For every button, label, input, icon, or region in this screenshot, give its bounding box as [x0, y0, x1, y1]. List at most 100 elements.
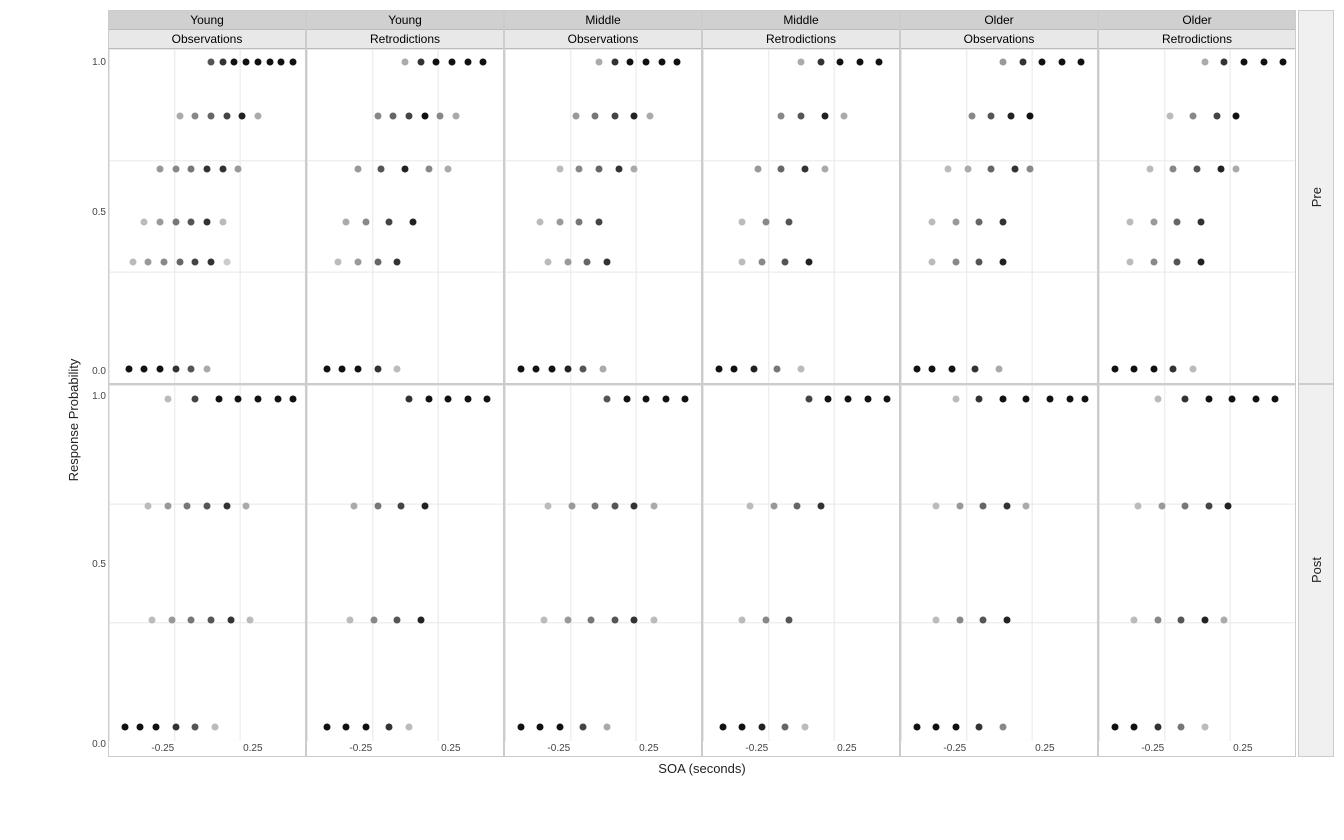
dot	[168, 616, 175, 623]
dot	[156, 219, 163, 226]
dot	[999, 723, 1006, 730]
x-ticks-panel-6: -0.25 0.25	[1099, 741, 1295, 756]
x-axis-label: SOA (seconds)	[658, 761, 745, 776]
dot	[176, 112, 183, 119]
dot	[235, 395, 242, 402]
dot	[647, 112, 654, 119]
dot	[778, 166, 785, 173]
dot	[374, 366, 381, 373]
dot	[611, 616, 618, 623]
dot	[556, 723, 563, 730]
y-axis-ticks-post: 1.0 0.5 0.0	[70, 384, 108, 758]
plot-middle-ret-post	[703, 385, 899, 742]
grid-wrapper: 1.0 0.5 0.0 Young Observations	[70, 10, 1334, 780]
dot	[192, 395, 199, 402]
x-ticks-panel-4: -0.25 0.25	[703, 741, 899, 756]
x-tick-pos-2: 0.25	[441, 743, 460, 754]
dot	[1197, 259, 1204, 266]
dot	[335, 259, 342, 266]
panel-middle-ret-pre: Middle Retrodictions	[702, 10, 900, 384]
dot	[952, 219, 959, 226]
plot-older-ret-post	[1099, 385, 1295, 742]
dot	[1046, 395, 1053, 402]
dot	[235, 166, 242, 173]
dot	[1190, 112, 1197, 119]
dot	[1082, 395, 1089, 402]
dot	[323, 723, 330, 730]
dot	[464, 59, 471, 66]
dot	[778, 112, 785, 119]
y-axis-ticks-pre: 1.0 0.5 0.0	[70, 10, 108, 384]
dot	[1146, 166, 1153, 173]
dot	[204, 366, 211, 373]
row-pre: 1.0 0.5 0.0 Young Observations	[70, 10, 1334, 384]
dot	[1213, 112, 1220, 119]
dot	[362, 219, 369, 226]
dot	[219, 59, 226, 66]
dot	[211, 723, 218, 730]
row-label-post-text: Post	[1309, 557, 1324, 583]
dot	[999, 219, 1006, 226]
x-ticks-panel-5: -0.25 0.25	[901, 741, 1097, 756]
dot	[801, 723, 808, 730]
dot	[1127, 219, 1134, 226]
dot	[156, 366, 163, 373]
dot	[980, 616, 987, 623]
dot	[758, 723, 765, 730]
dot	[643, 59, 650, 66]
dot	[207, 259, 214, 266]
dot	[172, 166, 179, 173]
dot	[223, 112, 230, 119]
dot	[572, 112, 579, 119]
dot	[207, 616, 214, 623]
dot	[417, 616, 424, 623]
y-tick-0-post: 0.0	[92, 739, 106, 750]
dot	[362, 723, 369, 730]
row-label-post: Post	[1298, 384, 1334, 758]
dot	[125, 366, 132, 373]
dot	[541, 616, 548, 623]
dot	[929, 259, 936, 266]
dot	[184, 502, 191, 509]
dot	[739, 616, 746, 623]
chart-container: Response Probability 1.0 0.5 0.0 Young	[0, 0, 1344, 840]
dot	[964, 166, 971, 173]
dot	[137, 723, 144, 730]
dot	[437, 112, 444, 119]
dot	[121, 723, 128, 730]
dot	[568, 502, 575, 509]
dot	[1135, 502, 1142, 509]
dot	[425, 166, 432, 173]
dot	[394, 616, 401, 623]
dot	[449, 59, 456, 66]
x-tick-pos-5: 0.25	[1035, 743, 1054, 754]
dot	[913, 366, 920, 373]
dot	[386, 723, 393, 730]
dot	[603, 259, 610, 266]
dot	[976, 259, 983, 266]
dot	[786, 219, 793, 226]
dot	[1131, 366, 1138, 373]
dot	[1023, 395, 1030, 402]
dot	[631, 112, 638, 119]
dot	[394, 259, 401, 266]
dot	[805, 259, 812, 266]
dot	[145, 502, 152, 509]
dot	[1166, 112, 1173, 119]
dot	[556, 219, 563, 226]
dot	[884, 395, 891, 402]
dot	[798, 112, 805, 119]
panel-middle-obs-pre: Middle Observations	[504, 10, 702, 384]
dot	[929, 366, 936, 373]
dot	[1280, 59, 1287, 66]
header-older-5: Older	[901, 11, 1097, 30]
dot	[1178, 616, 1185, 623]
y-tick-0.5-pre: 0.5	[92, 207, 106, 218]
dot	[405, 112, 412, 119]
dot	[615, 166, 622, 173]
dot	[1194, 166, 1201, 173]
dot	[464, 395, 471, 402]
dot	[290, 395, 297, 402]
dot	[564, 366, 571, 373]
dot	[1221, 616, 1228, 623]
